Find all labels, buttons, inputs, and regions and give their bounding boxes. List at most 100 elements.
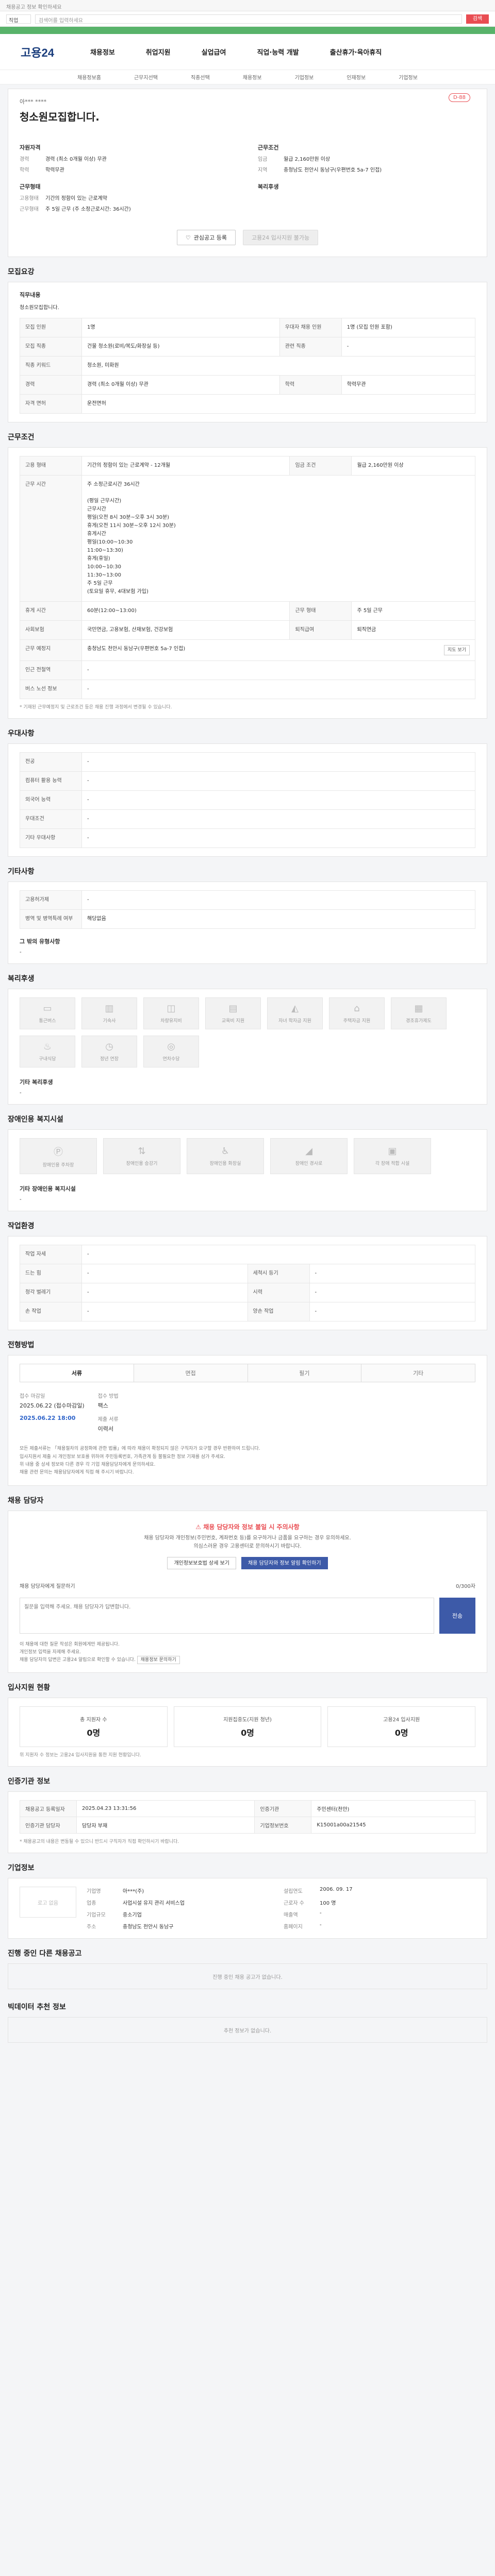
ramp-icon: ◢ [305, 1146, 312, 1157]
tab-document[interactable]: 서류 [20, 1364, 134, 1382]
welfare-tile: ◭ 자녀 학자금 지원 [267, 997, 323, 1030]
apply-button[interactable]: 고용24 입사지원 불가능 [243, 230, 319, 245]
subnav-item[interactable]: 기업정보 [295, 73, 314, 81]
cell: 2025.04.23 13:31:56 [76, 1800, 255, 1818]
site-logo[interactable]: 고용24 [21, 44, 54, 60]
heart-icon: ♡ [185, 234, 191, 241]
method-bullets: 모든 제출서류는 「채용절차의 공정화에 관한 법률」에 따라 채용이 확정되지… [20, 1445, 475, 1477]
cell: 기간의 정함이 있는 근로계약 - 12개월 [81, 456, 290, 476]
cell-head: 컴퓨터 활용 능력 [20, 771, 82, 791]
kv-key: 경력 [20, 157, 29, 162]
etc-table: 고용허가제 - 병역 및 병역특례 여부 해당없음 [20, 890, 475, 929]
cell: 1명 [81, 318, 280, 337]
tile-label: 교육비 지원 [221, 1019, 245, 1024]
section-title: 전형방법 [8, 1341, 35, 1350]
table-row: 모집 인원 1명 우대자 채용 인원 1명 (모집 인원 포함) [20, 318, 476, 337]
inquiry-button[interactable]: 채용정보 문의하기 [137, 1656, 180, 1665]
ask-header: 채용 담당자에게 질문하기 0/300자 [20, 1582, 475, 1589]
nav-item[interactable]: 취업지원 [146, 47, 171, 57]
table-row: 전공 - [20, 752, 475, 772]
cell: - [81, 809, 475, 829]
info-key: 홈페이지 [284, 1924, 303, 1930]
ask-label: 채용 담당자에게 질문하기 [20, 1583, 75, 1589]
cell: 1명 (모집 인원 포함) [341, 318, 476, 337]
table-row: 손 작업 - 양손 작업 - [20, 1302, 475, 1322]
cell: - [81, 771, 475, 791]
deadline-time: 2025.06.22 18:00 [20, 1415, 76, 1422]
env-card: 작업 자세 - 드는 힘 - 세척시 등기 - 청각 벌레기 - 시력 - 손 작업 - 양손 작… [8, 1236, 487, 1331]
cell-head: 우대조건 [20, 809, 82, 829]
other-label: 기타 복리후생 [20, 1079, 53, 1086]
group-title: 복리후생 [258, 183, 279, 190]
question-input[interactable] [20, 1597, 434, 1634]
kv-key: 학력 [20, 167, 29, 173]
send-button[interactable]: 전송 [439, 1597, 475, 1634]
subnav-item[interactable]: 인재정보 [346, 73, 366, 81]
company-card: 로고 없음 기업명 아***(주) 설립연도 2006. 09. 17 업종 사업시설 … [8, 1878, 487, 1939]
tab-etc[interactable]: 기타 [361, 1364, 475, 1382]
search-select[interactable]: 직업 [6, 14, 31, 24]
map-button[interactable]: 지도 보기 [444, 645, 470, 656]
cell-head: 청각 벌레기 [20, 1283, 82, 1303]
company-logo: 로고 없음 [20, 1887, 76, 1918]
subnav-item[interactable]: 채용정보홈 [77, 73, 101, 81]
toilet-icon: ♿ [221, 1146, 230, 1157]
info-value: 사업시설 유지 관리 서비스업 [123, 1901, 185, 1907]
search-input[interactable]: 검색어를 입력하세요 [35, 14, 462, 24]
table-row: 휴게 시간 60분(12:00~13:00) 근무 형태 주 5일 근무 [20, 601, 475, 621]
tile-label: 장애인용 화장실 [209, 1161, 241, 1167]
cell-head: 기타 우대사항 [20, 828, 82, 849]
tile-label: 기숙사 [103, 1019, 116, 1024]
section-title: 복리후생 [8, 975, 35, 984]
subnav-item[interactable]: 근무지선택 [134, 73, 158, 81]
prefs-table: 전공 - 컴퓨터 활용 능력 - 외국어 능력 - 우대조건 - 기타 우대사항 - [20, 752, 475, 849]
subnav-item[interactable]: 채용정보 [243, 73, 262, 81]
info-value: 충청남도 천안시 동남구 [123, 1924, 174, 1930]
welfare-tile: ⌂ 주택자금 지원 [329, 997, 385, 1030]
cell: 월급 2,160만원 이상 [351, 456, 475, 476]
info-value: - [320, 1910, 322, 1917]
stat-box: 고용24 입사지원 0명 [327, 1706, 476, 1748]
search-button[interactable]: 검색 [466, 14, 489, 24]
nav-item[interactable]: 채용정보 [90, 47, 115, 57]
subnav-item[interactable]: 기업정보 [399, 73, 418, 81]
scrap-button[interactable]: ♡ 관심공고 등록 [176, 230, 236, 245]
table-row: 직종 키워드 청소원, 미화원 [20, 356, 475, 376]
warning-buttons: 개인정보보호법 상세 보기 채용 담당자와 정보 알림 확인하기 [20, 1556, 475, 1569]
ask-box: 전송 [20, 1597, 475, 1634]
section-title: 기타사항 [8, 868, 35, 876]
nav-item[interactable]: 직업·능력 개발 [257, 47, 299, 57]
cell: - [81, 752, 475, 772]
cell: - [81, 680, 475, 700]
house-icon: ⌂ [354, 1003, 360, 1014]
nav-item[interactable]: 출산휴가·육아휴직 [330, 47, 382, 57]
cell-head: 고용 형태 [20, 456, 82, 476]
section-title: 모집요강 [8, 268, 35, 276]
env-table: 작업 자세 - 드는 힘 - 세척시 등기 - 청각 벌레기 - 시력 - 손 작업 - 양손 작… [20, 1245, 475, 1322]
tab-interview[interactable]: 면접 [134, 1364, 248, 1382]
cell: 60분(12:00~13:00) [81, 601, 290, 621]
search-bar: 직업 검색어를 입력하세요 검색 [0, 11, 495, 27]
cell-head: 인증기관 [254, 1800, 312, 1818]
kv-key: 지역 [258, 167, 268, 173]
privacy-detail-button[interactable]: 개인정보보호법 상세 보기 [167, 1556, 237, 1569]
cell-head: 인증기관 담당자 [20, 1817, 77, 1834]
disability-tile: ⇅ 장애인용 승강기 [103, 1138, 180, 1175]
table-row: 근무 예정지 충청남도 천안시 동남구(우편번호 5a-7 인접) 지도 보기 [20, 639, 475, 662]
cell-head: 모집 인원 [20, 318, 82, 337]
section-title: 근무조건 [8, 433, 35, 442]
welfare-icons: ▭ 통근버스 ▥ 기숙사 ◫ 차량유지비 ▤ 교육비 지원 ◭ 자녀 학자금 지원 ⌂ 주택… [20, 997, 475, 1068]
tab-written[interactable]: 필기 [248, 1364, 362, 1382]
cell: 퇴직연금 [351, 620, 475, 640]
cell-head: 직종 키워드 [20, 356, 82, 376]
table-row: 채용공고 등록일자 2025.04.23 13:31:56 인증기관 주민센터(천안) [20, 1800, 475, 1818]
apply-value: 팩스 [97, 1402, 108, 1410]
tile-label: 각 장애 적합 시설 [375, 1161, 410, 1167]
conditions-table: 고용 형태 기간의 정함이 있는 근로계약 - 12개월 임금 조건 월급 2,160… [20, 456, 475, 700]
subnav-item[interactable]: 직종선택 [191, 73, 210, 81]
contact-check-button[interactable]: 채용 담당자와 정보 알림 확인하기 [241, 1556, 328, 1569]
nav-item[interactable]: 실업급여 [202, 47, 226, 57]
welfare-tile: ◷ 정년 연장 [81, 1036, 137, 1068]
section-title: 장애인용 복지시설 [8, 1115, 63, 1124]
kv-row: 고용형태 기간의 정함이 있는 근로계약 [20, 195, 237, 202]
